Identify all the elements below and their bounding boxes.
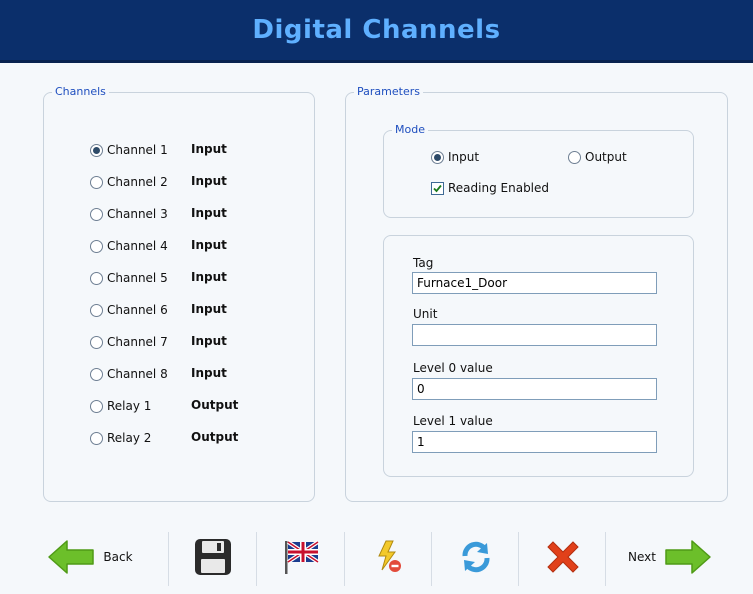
level0-input[interactable] bbox=[412, 378, 657, 400]
channel-type: Output bbox=[191, 398, 239, 412]
channel-radio-8[interactable]: Channel 8 bbox=[90, 365, 168, 383]
channel-label: Relay 1 bbox=[107, 399, 152, 413]
channel-type: Output bbox=[191, 430, 239, 444]
channel-label: Channel 6 bbox=[107, 303, 168, 317]
back-arrow-icon bbox=[48, 540, 95, 574]
toolbar-divider bbox=[431, 532, 432, 586]
channel-radio-7[interactable]: Channel 7 bbox=[90, 333, 168, 351]
radio-icon bbox=[431, 150, 444, 164]
mode-input-radio[interactable]: Input bbox=[431, 148, 479, 166]
channel-radio-3[interactable]: Channel 3 bbox=[90, 205, 168, 223]
refresh-icon bbox=[462, 541, 489, 573]
channel-label: Channel 2 bbox=[107, 175, 168, 189]
channel-label: Relay 2 bbox=[107, 431, 152, 445]
channel-type: Input bbox=[191, 142, 227, 156]
parameters-group: Parameters Mode Input Output Reading Ena… bbox=[345, 85, 728, 502]
reading-enabled-label: Reading Enabled bbox=[448, 181, 550, 195]
channel-label: Channel 7 bbox=[107, 335, 168, 349]
tag-label: Tag bbox=[413, 256, 434, 270]
energy-button[interactable] bbox=[346, 520, 431, 594]
bottom-toolbar: Back Next bbox=[0, 520, 753, 594]
channel-radio-6[interactable]: Channel 6 bbox=[90, 301, 168, 319]
reading-enabled-checkbox[interactable]: Reading Enabled bbox=[431, 179, 549, 197]
save-button[interactable] bbox=[170, 520, 255, 594]
energy-lightning-icon bbox=[377, 540, 401, 572]
radio-icon bbox=[90, 271, 103, 285]
toolbar-divider bbox=[605, 532, 606, 586]
channel-type: Input bbox=[191, 302, 227, 316]
channel-type: Input bbox=[191, 206, 227, 220]
radio-icon bbox=[90, 207, 103, 221]
radio-icon bbox=[90, 239, 103, 253]
channel-label: Channel 1 bbox=[107, 143, 168, 157]
mode-group: Mode Input Output Reading Enabled bbox=[383, 123, 694, 218]
refresh-button[interactable] bbox=[433, 520, 518, 594]
header-bar: Digital Channels bbox=[0, 0, 753, 63]
radio-icon bbox=[90, 335, 103, 349]
mode-output-radio[interactable]: Output bbox=[568, 148, 627, 166]
radio-icon bbox=[90, 399, 103, 413]
radio-icon bbox=[90, 143, 103, 157]
mode-legend: Mode bbox=[392, 123, 428, 136]
channels-group: Channels Channel 1 Input Channel 2 Input Cha… bbox=[43, 85, 315, 502]
next-arrow-icon bbox=[665, 540, 711, 574]
fields-group: Tag Unit Level 0 value Level 1 value bbox=[383, 235, 694, 477]
radio-icon bbox=[90, 175, 103, 189]
channel-radio-2[interactable]: Channel 2 bbox=[90, 173, 168, 191]
checkbox-check-icon bbox=[431, 181, 444, 195]
channel-type: Input bbox=[191, 334, 227, 348]
radio-icon bbox=[90, 431, 103, 445]
channel-label: Channel 5 bbox=[107, 271, 168, 285]
language-button[interactable] bbox=[258, 520, 343, 594]
channel-radio-1[interactable]: Channel 1 bbox=[90, 141, 168, 159]
channel-radio-9[interactable]: Relay 1 bbox=[90, 397, 151, 415]
channel-label: Channel 4 bbox=[107, 239, 168, 253]
unit-input[interactable] bbox=[412, 324, 657, 346]
toolbar-divider bbox=[168, 532, 169, 586]
toolbar-divider bbox=[256, 532, 257, 586]
channel-label: Channel 8 bbox=[107, 367, 168, 381]
channel-label: Channel 3 bbox=[107, 207, 168, 221]
channel-radio-4[interactable]: Channel 4 bbox=[90, 237, 168, 255]
channel-type: Input bbox=[191, 270, 227, 284]
channel-type: Input bbox=[191, 366, 227, 380]
toolbar-divider bbox=[518, 532, 519, 586]
mode-output-label: Output bbox=[585, 150, 627, 164]
level1-input[interactable] bbox=[412, 431, 657, 453]
radio-icon bbox=[90, 367, 103, 381]
channels-legend: Channels bbox=[52, 85, 109, 98]
save-icon bbox=[194, 539, 231, 575]
level1-label: Level 1 value bbox=[413, 414, 493, 428]
radio-icon bbox=[568, 150, 581, 164]
next-button[interactable]: Next bbox=[615, 520, 725, 594]
level0-label: Level 0 value bbox=[413, 361, 493, 375]
page-title: Digital Channels bbox=[252, 15, 501, 45]
unit-label: Unit bbox=[413, 307, 438, 321]
channel-type: Input bbox=[191, 174, 227, 188]
back-button[interactable]: Back bbox=[40, 520, 140, 594]
mode-input-label: Input bbox=[448, 150, 480, 164]
toolbar-divider bbox=[344, 532, 345, 586]
delete-button[interactable] bbox=[520, 520, 605, 594]
back-label: Back bbox=[103, 550, 133, 564]
language-flag-icon bbox=[284, 540, 319, 574]
channel-type: Input bbox=[191, 238, 227, 252]
next-label: Next bbox=[628, 550, 656, 564]
channel-radio-10[interactable]: Relay 2 bbox=[90, 429, 151, 447]
delete-icon bbox=[546, 541, 579, 573]
tag-input[interactable] bbox=[412, 272, 657, 294]
radio-icon bbox=[90, 303, 103, 317]
channel-radio-5[interactable]: Channel 5 bbox=[90, 269, 168, 287]
parameters-legend: Parameters bbox=[354, 85, 423, 98]
